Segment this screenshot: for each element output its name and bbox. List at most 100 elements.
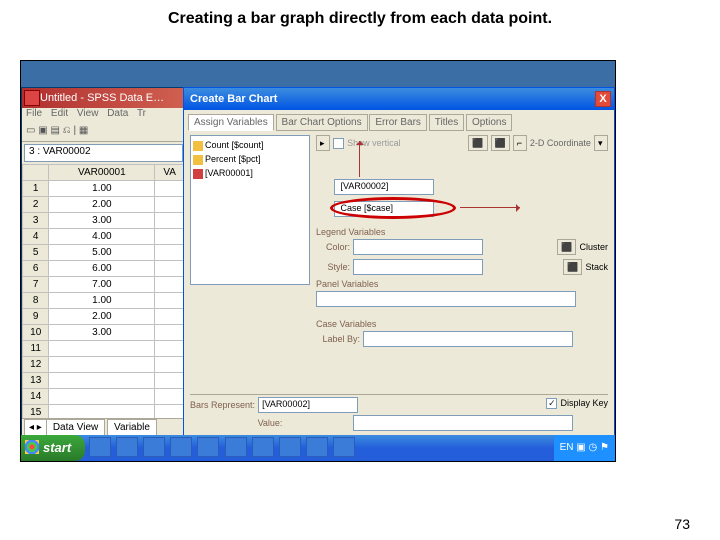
row-header[interactable]: 8 bbox=[23, 293, 49, 309]
legend-color-field[interactable] bbox=[353, 239, 483, 255]
task-button[interactable] bbox=[333, 437, 355, 457]
language-indicator[interactable]: EN bbox=[560, 442, 574, 453]
cell-var00001[interactable]: 6.00 bbox=[49, 261, 155, 277]
spss-toolbar[interactable]: ▭ ▣ ▤ ⎌ | ▦ bbox=[22, 124, 185, 142]
row-header[interactable]: 10 bbox=[23, 325, 49, 341]
table-row[interactable]: 103.00 bbox=[23, 325, 185, 341]
category-drop-zone[interactable]: Case [$case] bbox=[334, 201, 444, 217]
cell-var00002[interactable] bbox=[155, 197, 185, 213]
cell-var00001[interactable]: 5.00 bbox=[49, 245, 155, 261]
col-var00002[interactable]: VA bbox=[155, 165, 185, 181]
table-row[interactable]: 12 bbox=[23, 357, 185, 373]
stack-button[interactable]: ⬛ bbox=[563, 259, 582, 275]
variable-list[interactable]: Count [$count] Percent [$pct] [VAR00001] bbox=[190, 135, 310, 285]
table-row[interactable]: 92.00 bbox=[23, 309, 185, 325]
coord-button[interactable]: ⌐ bbox=[513, 135, 527, 151]
row-header[interactable]: 3 bbox=[23, 213, 49, 229]
tab-assign-variables[interactable]: Assign Variables bbox=[188, 114, 274, 131]
dialog-tabs[interactable]: Assign Variables Bar Chart Options Error… bbox=[184, 110, 614, 131]
cell-reference-box[interactable]: 3 : VAR00002 bbox=[24, 144, 183, 162]
task-button[interactable] bbox=[116, 437, 138, 457]
task-button[interactable] bbox=[89, 437, 111, 457]
row-header[interactable]: 14 bbox=[23, 389, 49, 405]
cell-var00002[interactable] bbox=[155, 229, 185, 245]
cell-var00002[interactable] bbox=[155, 389, 185, 405]
cell-var00001[interactable] bbox=[49, 341, 155, 357]
taskbar-buttons[interactable] bbox=[85, 435, 553, 461]
tray-icons[interactable]: ▣ ◷ ⚑ bbox=[576, 442, 609, 453]
table-row[interactable]: 33.00 bbox=[23, 213, 185, 229]
var-percent[interactable]: Percent [$pct] bbox=[193, 152, 307, 166]
bar-layout-button-1[interactable]: ⬛ bbox=[468, 135, 487, 151]
cell-var00001[interactable]: 1.00 bbox=[49, 181, 155, 197]
task-button[interactable] bbox=[197, 437, 219, 457]
bar-layout-button-2[interactable]: ⬛ bbox=[491, 135, 510, 151]
cluster-button[interactable]: ⬛ bbox=[557, 239, 576, 255]
cell-var00002[interactable] bbox=[155, 245, 185, 261]
table-row[interactable]: 13 bbox=[23, 373, 185, 389]
coord-dropdown[interactable]: ▾ bbox=[594, 135, 608, 151]
task-button[interactable] bbox=[225, 437, 247, 457]
row-header[interactable]: 2 bbox=[23, 197, 49, 213]
spss-sheet-tabs[interactable]: ◂ ▸ Data View Variable bbox=[22, 418, 185, 436]
table-row[interactable]: 11.00 bbox=[23, 181, 185, 197]
menu-transform[interactable]: Tr bbox=[137, 108, 146, 119]
cell-var00002[interactable] bbox=[155, 373, 185, 389]
table-row[interactable]: 66.00 bbox=[23, 261, 185, 277]
tab-variable-view[interactable]: Variable bbox=[107, 419, 157, 435]
menu-edit[interactable]: Edit bbox=[51, 108, 68, 119]
system-tray[interactable]: EN ▣ ◷ ⚑ bbox=[554, 435, 615, 461]
cell-var00002[interactable] bbox=[155, 293, 185, 309]
display-key-checkbox[interactable]: ✓ bbox=[546, 398, 557, 409]
menu-view[interactable]: View bbox=[77, 108, 99, 119]
cell-var00002[interactable] bbox=[155, 261, 185, 277]
cell-var00002[interactable] bbox=[155, 213, 185, 229]
show-vertical-checkbox[interactable] bbox=[333, 138, 344, 149]
spss-data-grid[interactable]: VAR00001 VA 11.0022.0033.0044.0055.0066.… bbox=[22, 164, 185, 437]
cell-var00002[interactable] bbox=[155, 309, 185, 325]
row-header[interactable]: 13 bbox=[23, 373, 49, 389]
table-row[interactable]: 81.00 bbox=[23, 293, 185, 309]
cell-var00001[interactable]: 2.00 bbox=[49, 309, 155, 325]
arrow-right-button[interactable]: ▸ bbox=[316, 135, 330, 151]
cell-var00001[interactable]: 7.00 bbox=[49, 277, 155, 293]
cell-var00002[interactable] bbox=[155, 181, 185, 197]
tab-options[interactable]: Options bbox=[466, 114, 512, 131]
legend-style-field[interactable] bbox=[353, 259, 483, 275]
menu-data[interactable]: Data bbox=[107, 108, 128, 119]
task-button[interactable] bbox=[143, 437, 165, 457]
start-button[interactable]: start bbox=[21, 435, 85, 461]
cell-var00001[interactable] bbox=[49, 389, 155, 405]
table-row[interactable]: 14 bbox=[23, 389, 185, 405]
tab-error-bars[interactable]: Error Bars bbox=[369, 114, 427, 131]
var-count[interactable]: Count [$count] bbox=[193, 138, 307, 152]
bars-represent-field[interactable]: [VAR00002] bbox=[258, 397, 358, 413]
cell-var00001[interactable]: 4.00 bbox=[49, 229, 155, 245]
cell-var00002[interactable] bbox=[155, 325, 185, 341]
col-var00001[interactable]: VAR00001 bbox=[49, 165, 155, 181]
cell-var00001[interactable]: 2.00 bbox=[49, 197, 155, 213]
cell-var00001[interactable] bbox=[49, 357, 155, 373]
cell-var00001[interactable]: 3.00 bbox=[49, 213, 155, 229]
table-row[interactable]: 11 bbox=[23, 341, 185, 357]
table-row[interactable]: 44.00 bbox=[23, 229, 185, 245]
row-header[interactable]: 11 bbox=[23, 341, 49, 357]
task-button[interactable] bbox=[252, 437, 274, 457]
table-row[interactable]: 77.00 bbox=[23, 277, 185, 293]
row-header[interactable]: 12 bbox=[23, 357, 49, 373]
spss-menubar[interactable]: File Edit View Data Tr bbox=[22, 108, 185, 124]
cell-var00001[interactable] bbox=[49, 373, 155, 389]
table-row[interactable]: 22.00 bbox=[23, 197, 185, 213]
task-button[interactable] bbox=[170, 437, 192, 457]
cell-var00001[interactable]: 1.00 bbox=[49, 293, 155, 309]
menu-file[interactable]: File bbox=[26, 108, 42, 119]
cell-var00002[interactable] bbox=[155, 277, 185, 293]
close-button[interactable]: X bbox=[595, 91, 611, 107]
cell-var00002[interactable] bbox=[155, 357, 185, 373]
col-rownum[interactable] bbox=[23, 165, 49, 181]
label-by-field[interactable] bbox=[363, 331, 573, 347]
row-header[interactable]: 4 bbox=[23, 229, 49, 245]
task-button[interactable] bbox=[279, 437, 301, 457]
x-axis-drop-zone[interactable]: [VAR00002] bbox=[334, 179, 444, 195]
row-header[interactable]: 5 bbox=[23, 245, 49, 261]
